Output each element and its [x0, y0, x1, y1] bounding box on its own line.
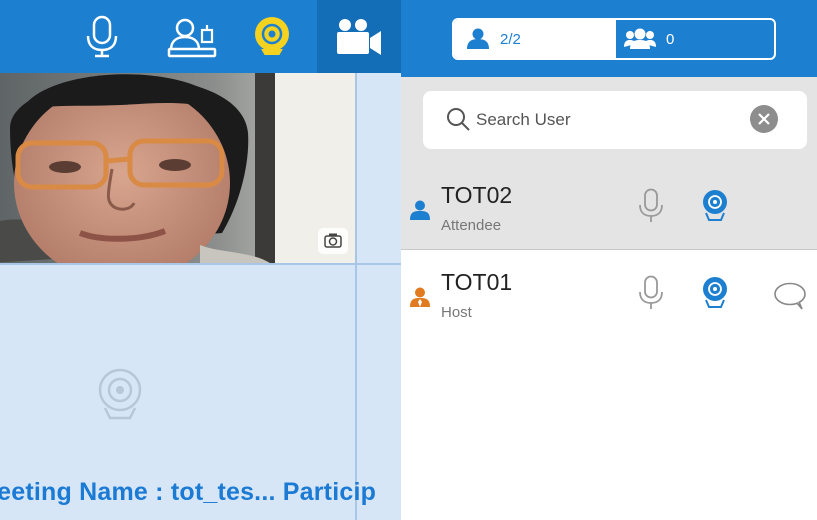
tab-attendees[interactable]: 2/2 [454, 20, 616, 58]
search-icon [447, 108, 470, 131]
video-panel-button[interactable] [317, 0, 401, 73]
webcam-icon[interactable] [701, 276, 729, 310]
participant-video-frame [0, 73, 355, 263]
video-pane: leeting Name : tot_tes... Particip [0, 0, 401, 520]
host-control-button[interactable] [152, 0, 232, 73]
meeting-info-ticker: leeting Name : tot_tes... Particip [0, 478, 377, 506]
participant-tab-switch: 2/2 0 [452, 18, 776, 60]
search-bar-area [401, 77, 817, 164]
host-user-icon [410, 287, 430, 307]
participant-role: Host [441, 304, 472, 321]
participant-row[interactable]: TOT01 Host [401, 251, 817, 337]
microphone-button[interactable] [68, 0, 136, 73]
presenter-icon [167, 18, 217, 57]
search-input[interactable] [476, 105, 736, 135]
chat-bubble-icon[interactable] [773, 282, 807, 310]
microphone-icon[interactable] [638, 275, 664, 311]
user-icon [467, 28, 489, 49]
participants-header: 2/2 0 [401, 0, 817, 77]
participant-name: TOT01 [441, 269, 513, 295]
webcam-icon[interactable] [701, 189, 729, 223]
tab-groups[interactable]: 0 [616, 20, 774, 58]
group-icon [624, 28, 656, 49]
participant-row[interactable]: TOT02 Attendee [401, 164, 817, 250]
microphone-icon [86, 15, 118, 57]
webcam-placeholder-icon [96, 368, 144, 427]
microphone-icon[interactable] [638, 188, 664, 224]
camera-toggle-button[interactable] [240, 0, 304, 73]
webcam-icon [255, 16, 289, 57]
video-camera-icon [337, 18, 381, 55]
clear-search-icon[interactable] [750, 105, 778, 133]
attendee-user-icon [410, 200, 430, 220]
participant-role: Attendee [441, 217, 502, 234]
participant-video-tile[interactable] [0, 73, 355, 263]
tab-attendees-count: 2/2 [500, 30, 521, 48]
search-box [423, 91, 807, 149]
participant-name: TOT02 [441, 182, 513, 208]
grid-divider-vertical [355, 73, 357, 520]
meeting-toolbar [0, 0, 401, 73]
participants-panel: 2/2 0 Search User TOT02 Attendee TOT01 H… [401, 0, 817, 520]
tab-groups-count: 0 [666, 30, 675, 48]
switch-camera-icon[interactable] [318, 228, 348, 254]
